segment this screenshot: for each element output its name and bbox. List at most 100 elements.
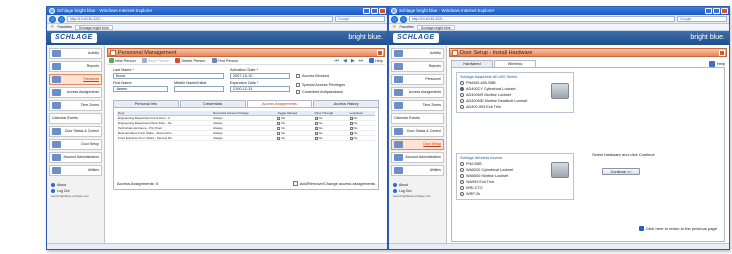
- sidebar-item-reports[interactable]: Reports: [49, 61, 102, 72]
- sidebar-item-reports[interactable]: Reports: [391, 61, 444, 72]
- toggle-cell[interactable]: No: [276, 135, 314, 141]
- url-field[interactable]: http://10.40.40.222/...: [67, 16, 333, 22]
- find-person-button[interactable]: Find Person: [211, 58, 238, 63]
- help-button[interactable]: Help: [369, 58, 383, 63]
- forward-icon[interactable]: [58, 15, 65, 23]
- expiration-date-field[interactable]: 2100-12-31: [230, 86, 290, 92]
- close-button[interactable]: [379, 8, 386, 14]
- tab-access-history[interactable]: Access History: [313, 100, 379, 107]
- favorites-label[interactable]: Favorites: [399, 25, 413, 29]
- toggle-value: No: [281, 116, 286, 120]
- url-field[interactable]: http://10.40.40.222/...: [409, 16, 675, 22]
- next-record-icon[interactable]: ▶: [351, 58, 355, 64]
- close-panel-icon[interactable]: [377, 50, 383, 56]
- close-button[interactable]: [721, 8, 728, 14]
- last-record-icon[interactable]: ⏭: [359, 58, 364, 64]
- maximize-button[interactable]: [371, 8, 378, 14]
- tab-wireless[interactable]: Wireless: [494, 60, 536, 67]
- back-icon[interactable]: [49, 15, 56, 23]
- search-input[interactable]: Google: [677, 16, 727, 22]
- tab-access-assignments[interactable]: Access Assignments: [246, 100, 313, 107]
- hardware-option[interactable]: WRP-2k: [460, 191, 570, 197]
- tab-credentials[interactable]: Credentials: [179, 100, 246, 107]
- sidebar-item-utilities[interactable]: Utilities: [49, 165, 102, 176]
- antipassback-checkbox[interactable]: Controlled Antipassback: [296, 88, 379, 95]
- pass-cell[interactable]: No: [313, 135, 349, 141]
- back-icon[interactable]: [391, 15, 398, 23]
- sidebar-item-activity[interactable]: Activity: [49, 48, 102, 59]
- sidebar-item-account-admin[interactable]: Account Administration: [391, 152, 444, 163]
- favorites-star-icon[interactable]: ★: [392, 24, 396, 30]
- sidebar-item-calendar-events[interactable]: Calendar Events: [49, 113, 102, 124]
- favorites-label[interactable]: Favorites: [57, 25, 71, 29]
- address-bar: http://10.40.40.222/... Google: [47, 15, 387, 24]
- maximize-button[interactable]: [713, 8, 720, 14]
- close-panel-icon[interactable]: [719, 50, 725, 56]
- return-link[interactable]: Click here to return to the previous pag…: [638, 226, 718, 231]
- browser-tab[interactable]: Schlage bright blue: [74, 24, 113, 30]
- new-person-button[interactable]: New Person: [109, 58, 136, 63]
- save-person-button[interactable]: Save Person: [141, 58, 169, 63]
- middle-name-field[interactable]: [174, 86, 224, 92]
- sidebar-item-time-zones[interactable]: Time Zones: [391, 100, 444, 111]
- hardware-option[interactable]: AD400-993 Exit Trim: [460, 104, 570, 110]
- option-label: WRI-CTO: [466, 186, 483, 190]
- continue-button[interactable]: Continue >>: [602, 168, 640, 175]
- sidebar-item-access-assignments[interactable]: Access Assignments: [391, 87, 444, 98]
- tab-hardwired[interactable]: Hardwired: [451, 60, 493, 67]
- sidebar-item-door-status[interactable]: Door Status & Control: [391, 126, 444, 137]
- radio-button: [460, 162, 464, 166]
- sidebar-item-activity[interactable]: Activity: [391, 48, 444, 59]
- first-name-field[interactable]: James: [113, 86, 168, 92]
- forward-icon[interactable]: [400, 15, 407, 23]
- minimize-button[interactable]: [363, 8, 370, 14]
- option-label: AD400-993 Exit Trim: [466, 105, 502, 109]
- change-assignments-button[interactable]: Add/Remove/Change access assignments: [292, 181, 375, 186]
- last-name-field[interactable]: Bond: [113, 73, 224, 79]
- sidebar-item-door-setup[interactable]: Door Setup: [49, 139, 102, 150]
- site-link[interactable]: www.brightblue.schlage.com: [391, 194, 444, 198]
- activity-icon: [394, 50, 403, 57]
- radio-button: [460, 105, 464, 109]
- schlage-logo: SCHLAGE: [393, 33, 439, 43]
- radio-button: [460, 192, 464, 196]
- minimize-button[interactable]: [705, 8, 712, 14]
- first-record-icon[interactable]: ⏮: [334, 58, 339, 64]
- sidebar-item-access-assignments[interactable]: Access Assignments: [49, 87, 102, 98]
- lockdown-value: No: [353, 136, 358, 140]
- help-button[interactable]: Help: [708, 60, 725, 67]
- lockdown-cell[interactable]: No: [348, 135, 375, 141]
- sidebar-item-label: Reports: [86, 63, 99, 68]
- sidebar-item-utilities[interactable]: Utilities: [391, 165, 444, 176]
- assignment-count: Access Assignments: 5: [117, 181, 159, 186]
- favorites-star-icon[interactable]: ★: [50, 24, 54, 30]
- access-blocked-checkbox[interactable]: Access Blocked: [296, 72, 379, 79]
- person-tabs: Personal Info Credentials Access Assignm…: [113, 100, 379, 107]
- search-input[interactable]: Google: [335, 16, 385, 22]
- activation-date-field[interactable]: 2007-10-10: [230, 73, 290, 79]
- sidebar-item-label: Calendar Events: [394, 115, 420, 120]
- lockdown-value: No: [353, 131, 358, 135]
- sidebar-item-door-status[interactable]: Door Status & Control: [49, 126, 102, 137]
- door-setup-icon: [52, 141, 61, 148]
- prev-record-icon[interactable]: ◀: [343, 58, 347, 64]
- table-row[interactable]: Front Entrance From Stairs - Second Flo …: [117, 135, 375, 141]
- tab-personal-info[interactable]: Personal Info: [113, 100, 179, 107]
- expiration-field-group: Expiration Date * 2100-12-31: [230, 81, 290, 95]
- delete-icon: [175, 58, 181, 63]
- window-titlebar: Schlage bright blue - Windows Internet E…: [389, 7, 729, 15]
- sidebar-item-personnel[interactable]: Personnel: [49, 74, 102, 85]
- page-title: Door Setup - Install Hardware: [460, 49, 533, 56]
- checkbox-box: [349, 116, 353, 120]
- sidebar-item-personnel[interactable]: Personnel: [391, 74, 444, 85]
- sidebar-item-door-setup[interactable]: Door Setup: [391, 139, 444, 150]
- special-privileges-checkbox[interactable]: Special Access Privileges: [296, 81, 379, 88]
- help-label: Help: [716, 61, 725, 66]
- sidebar-item-time-zones[interactable]: Time Zones: [49, 100, 102, 111]
- sidebar-item-account-admin[interactable]: Account Administration: [49, 152, 102, 163]
- site-link[interactable]: www.brightblue.schlage.com: [49, 194, 102, 198]
- sidebar-item-calendar-events[interactable]: Calendar Events: [391, 113, 444, 124]
- browser-tab[interactable]: Schlage bright blue: [416, 24, 455, 30]
- delete-person-button[interactable]: Delete Person: [175, 58, 206, 63]
- select-instruction: Select hardware and click Continue: [592, 152, 655, 157]
